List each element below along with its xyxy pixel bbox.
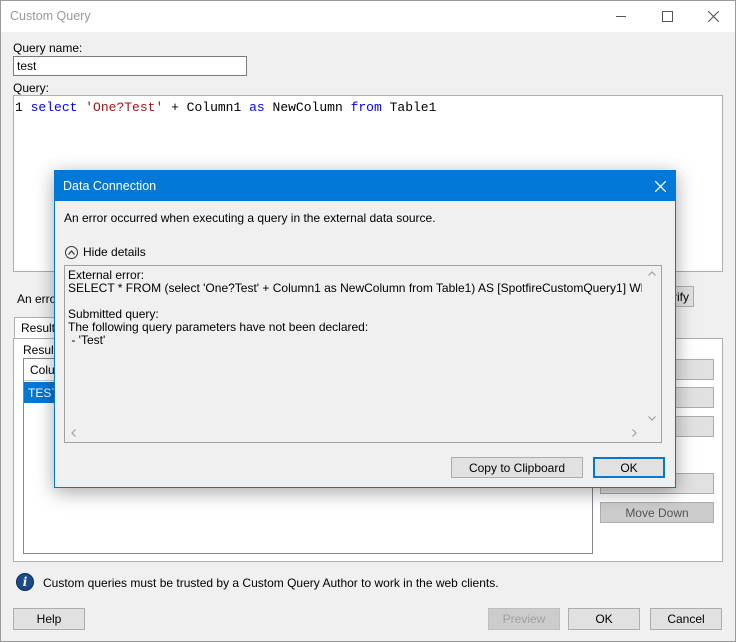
table-name: Table1 [389,100,437,115]
scroll-right-icon[interactable] [632,429,637,437]
line-number: 1 [15,100,23,115]
details-vertical-scrollbar[interactable] [644,266,661,427]
query-name-input[interactable]: test [13,56,247,76]
dialog-close-button[interactable] [645,171,675,201]
dialog-message: An error occurred when executing a query… [64,211,436,225]
keyword-as: as [249,100,265,115]
cancel-button[interactable]: Cancel [650,608,722,630]
close-icon [654,180,666,192]
copy-to-clipboard-button[interactable]: Copy to Clipboard [451,457,583,478]
minimize-button[interactable] [598,0,644,32]
keyword-select: select [30,100,78,115]
hide-details-toggle[interactable]: Hide details [65,245,146,259]
chevron-up-icon [65,245,78,259]
tab-result[interactable]: Result [14,317,58,339]
info-icon: i [16,573,34,591]
details-textbox[interactable]: External error: SELECT * FROM (select 'O… [64,265,662,443]
window-title: Custom Query [10,9,91,23]
details-line-4: The following query parameters have not … [68,320,369,334]
query-name-label: Query name: [13,41,83,55]
plus-column: + Column1 [171,100,242,115]
details-horizontal-scrollbar[interactable] [65,425,644,442]
info-text: Custom queries must be trusted by a Cust… [43,576,499,590]
details-line-2: SELECT * FROM (select 'One?Test' + Colum… [68,281,642,295]
close-button[interactable] [690,0,736,32]
preview-button[interactable]: Preview [488,608,560,630]
maximize-icon [661,10,673,22]
hide-details-label: Hide details [83,245,146,259]
query-label: Query: [13,81,50,95]
close-icon [707,10,719,22]
tab-result-label: Result [21,321,56,335]
query-code-line: 1 select 'One?Test' + Column1 as NewColu… [15,100,436,115]
move-down-button[interactable]: Move Down [600,502,714,523]
details-content: External error: SELECT * FROM (select 'O… [68,269,642,427]
dialog-title: Data Connection [63,179,157,193]
maximize-button[interactable] [644,0,690,32]
data-connection-dialog: Data Connection An error occurred when e… [54,170,676,488]
details-line-5: - 'Test' [68,333,106,347]
help-button[interactable]: Help [13,608,85,630]
minimize-icon [616,15,626,17]
scroll-down-icon[interactable] [648,416,656,421]
result-label: Result [23,343,58,357]
dialog-ok-button[interactable]: OK [593,457,665,478]
scroll-left-icon[interactable] [71,429,76,437]
scroll-up-icon[interactable] [648,271,656,276]
ok-button[interactable]: OK [568,608,640,630]
alias-name: NewColumn [272,100,343,115]
keyword-from: from [350,100,382,115]
string-literal: 'One?Test' [85,100,164,115]
